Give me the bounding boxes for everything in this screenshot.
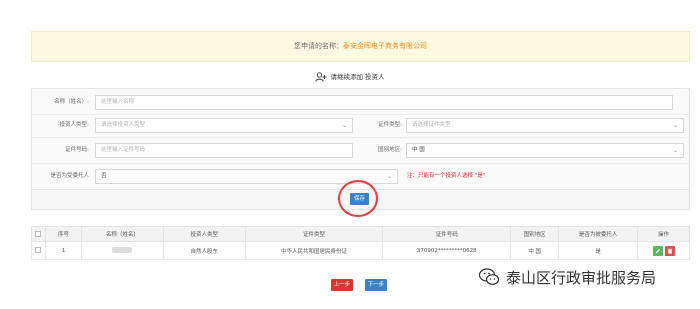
table-row: 1 自然人股东 中华人民共和国居民身份证 370902*********0628… (31, 241, 690, 260)
region-label: 国别地区: (378, 147, 402, 153)
row-trustee: 是 (558, 241, 638, 260)
row-cert-type: 中华人民共和国居民身份证 (244, 241, 384, 260)
watermark-text: 泰山区行政审批服务局 (506, 268, 657, 287)
row-name-cell (80, 241, 164, 260)
trash-icon (667, 248, 672, 254)
cert-type-value: 请选择证件类型 (412, 122, 451, 128)
col-header-trustee: 是否为被委托人 (558, 226, 638, 242)
cert-no-label: 证件号码: (65, 147, 89, 153)
row-actions (637, 241, 690, 260)
chevron-down-icon: ⌄ (386, 173, 392, 180)
col-header-name: 名称（姓名） (80, 226, 164, 242)
col-header-investor-type: 投资人类型 (162, 226, 246, 242)
trustee-label: 是否为受委托人 (50, 173, 89, 179)
col-header-region: 国别地区 (510, 226, 560, 242)
application-name-banner: 您申请的名称：泰安金晖电子商务有限公司 (31, 31, 690, 62)
section-heading: 请继续添加 投资人 (0, 71, 700, 83)
chevron-down-icon: ⌄ (341, 122, 347, 129)
row-region: 中 国 (510, 241, 560, 260)
add-user-icon (315, 72, 327, 82)
chevron-down-icon: ⌄ (672, 122, 678, 129)
company-name: 泰安金晖电子商务有限公司 (343, 42, 427, 50)
prev-step-button[interactable]: 上一步 (331, 279, 353, 291)
row-index: 1 (44, 241, 82, 260)
region-select[interactable]: 中 国 ⌄ (406, 143, 684, 158)
section-title: 请继续添加 投资人 (330, 73, 385, 81)
row-select-cell[interactable] (31, 241, 46, 260)
row-checkbox[interactable] (35, 247, 42, 254)
row-cert-no: 370902*********0628 (382, 241, 512, 260)
name-placeholder: 这里输入名称 (101, 99, 135, 105)
row-divider (32, 114, 689, 115)
watermark: 泰山区行政审批服务局 (478, 264, 656, 290)
trustee-hint: 注：只能有一个投资人选择 "是" (407, 173, 486, 179)
col-header-actions: 操作 (637, 226, 690, 242)
col-header-cert-no: 证件号码 (382, 226, 512, 242)
delete-button[interactable] (664, 245, 675, 256)
select-all-checkbox[interactable] (35, 230, 42, 237)
pencil-icon (655, 248, 660, 253)
chevron-down-icon: ⌄ (672, 147, 678, 154)
name-label: 名称（姓名）: (54, 99, 89, 105)
next-step-button[interactable]: 下一步 (365, 279, 387, 291)
wechat-icon (478, 267, 500, 287)
cert-no-input[interactable]: 这里输入证件号码 (95, 143, 353, 158)
cert-type-select[interactable]: 请选择证件类型 ⌄ (406, 118, 684, 133)
cert-no-placeholder: 这里输入证件号码 (101, 147, 146, 153)
row-investor-type: 自然人股东 (162, 241, 246, 260)
cert-type-label: 证件类型: (378, 122, 402, 128)
row-divider (32, 163, 689, 164)
redacted-name (112, 247, 133, 254)
investor-table: 序号 名称（姓名） 投资人类型 证件类型 证件号码 国别地区 是否为被委托人 操… (31, 226, 690, 260)
trustee-value: 否 (101, 173, 107, 179)
save-button[interactable]: 保存 (350, 193, 369, 205)
investor-type-select[interactable]: 请选择投资人类型 ⌄ (95, 118, 353, 133)
name-input[interactable]: 这里输入名称 (95, 95, 673, 110)
row-divider (32, 137, 689, 138)
select-all-cell[interactable] (31, 226, 46, 242)
investor-type-label: 投资人类型: (59, 122, 89, 128)
investor-type-value: 请选择投资人类型 (101, 122, 146, 128)
col-header-index: 序号 (44, 226, 82, 242)
investor-form: 名称（姓名）: 这里输入名称 投资人类型: 请选择投资人类型 ⌄ 证件类型: 请选… (31, 88, 690, 190)
col-header-cert-type: 证件类型 (244, 226, 384, 242)
banner-prefix: 您申请的名称： (294, 42, 343, 50)
region-value: 中 国 (412, 147, 425, 153)
table-header-row: 序号 名称（姓名） 投资人类型 证件类型 证件号码 国别地区 是否为被委托人 操… (31, 226, 690, 242)
edit-button[interactable] (652, 245, 663, 256)
